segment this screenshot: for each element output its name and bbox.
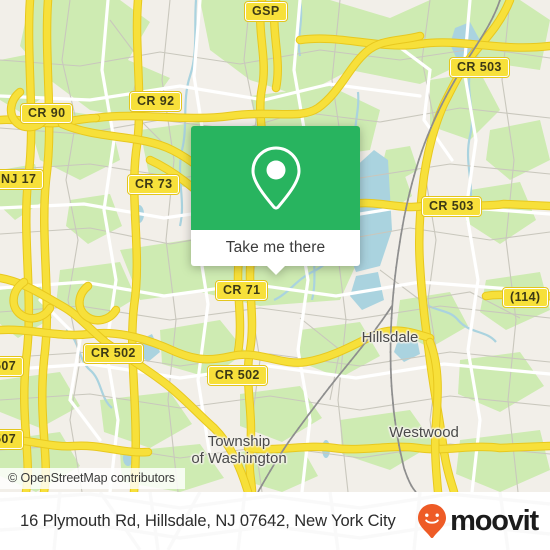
road-shield-cr-507-north: 507 xyxy=(0,356,25,377)
popup-tail-arrow xyxy=(266,266,285,275)
road-shield-cr-90: CR 90 xyxy=(19,103,74,124)
road-shield-cr-503-north: CR 503 xyxy=(449,57,510,78)
popup-card-footer[interactable]: Take me there xyxy=(191,230,360,275)
place-label-westwood: Westwood xyxy=(389,424,459,441)
moovit-brand-logo[interactable]: moovit xyxy=(417,503,539,539)
road-shield-cr-502-east: CR 502 xyxy=(207,365,268,386)
road-shield-cr-503-south: CR 503 xyxy=(421,196,482,217)
road-shield-cr-71: CR 71 xyxy=(214,280,269,301)
road-shield-cr-73: CR 73 xyxy=(126,174,181,195)
map-pin-icon xyxy=(250,146,301,210)
map-attribution[interactable]: © OpenStreetMap contributors xyxy=(0,468,185,489)
road-shield-114: (114) xyxy=(502,287,549,308)
place-label-line-1: Township xyxy=(207,433,271,450)
place-label-hillsdale: Hillsdale xyxy=(361,329,419,346)
location-popup-card[interactable]: Take me there xyxy=(191,126,360,275)
popup-card-header xyxy=(191,126,360,230)
footer-bar: 16 Plymouth Rd, Hillsdale, NJ 07642, New… xyxy=(0,492,550,550)
road-shield-cr-92: CR 92 xyxy=(128,91,183,112)
moovit-wordmark: moovit xyxy=(450,504,539,537)
road-shield-cr-507-south: 507 xyxy=(0,429,25,450)
address-text: 16 Plymouth Rd, Hillsdale, NJ 07642, New… xyxy=(20,511,396,530)
moovit-smiley-pin-icon xyxy=(418,504,447,538)
take-me-there-button[interactable]: Take me there xyxy=(226,239,326,257)
road-shield-cr-502-west: CR 502 xyxy=(83,343,144,364)
place-label-township-of-washington: Township of Washington xyxy=(191,433,286,467)
road-shield-gsp: GSP xyxy=(244,1,288,22)
road-shield-nj-17: NJ 17 xyxy=(0,169,45,190)
map-container[interactable]: .park { fill:#cdebb0; } .water { fill:#a… xyxy=(0,0,550,492)
place-label-line-2: of Washington xyxy=(191,450,287,467)
